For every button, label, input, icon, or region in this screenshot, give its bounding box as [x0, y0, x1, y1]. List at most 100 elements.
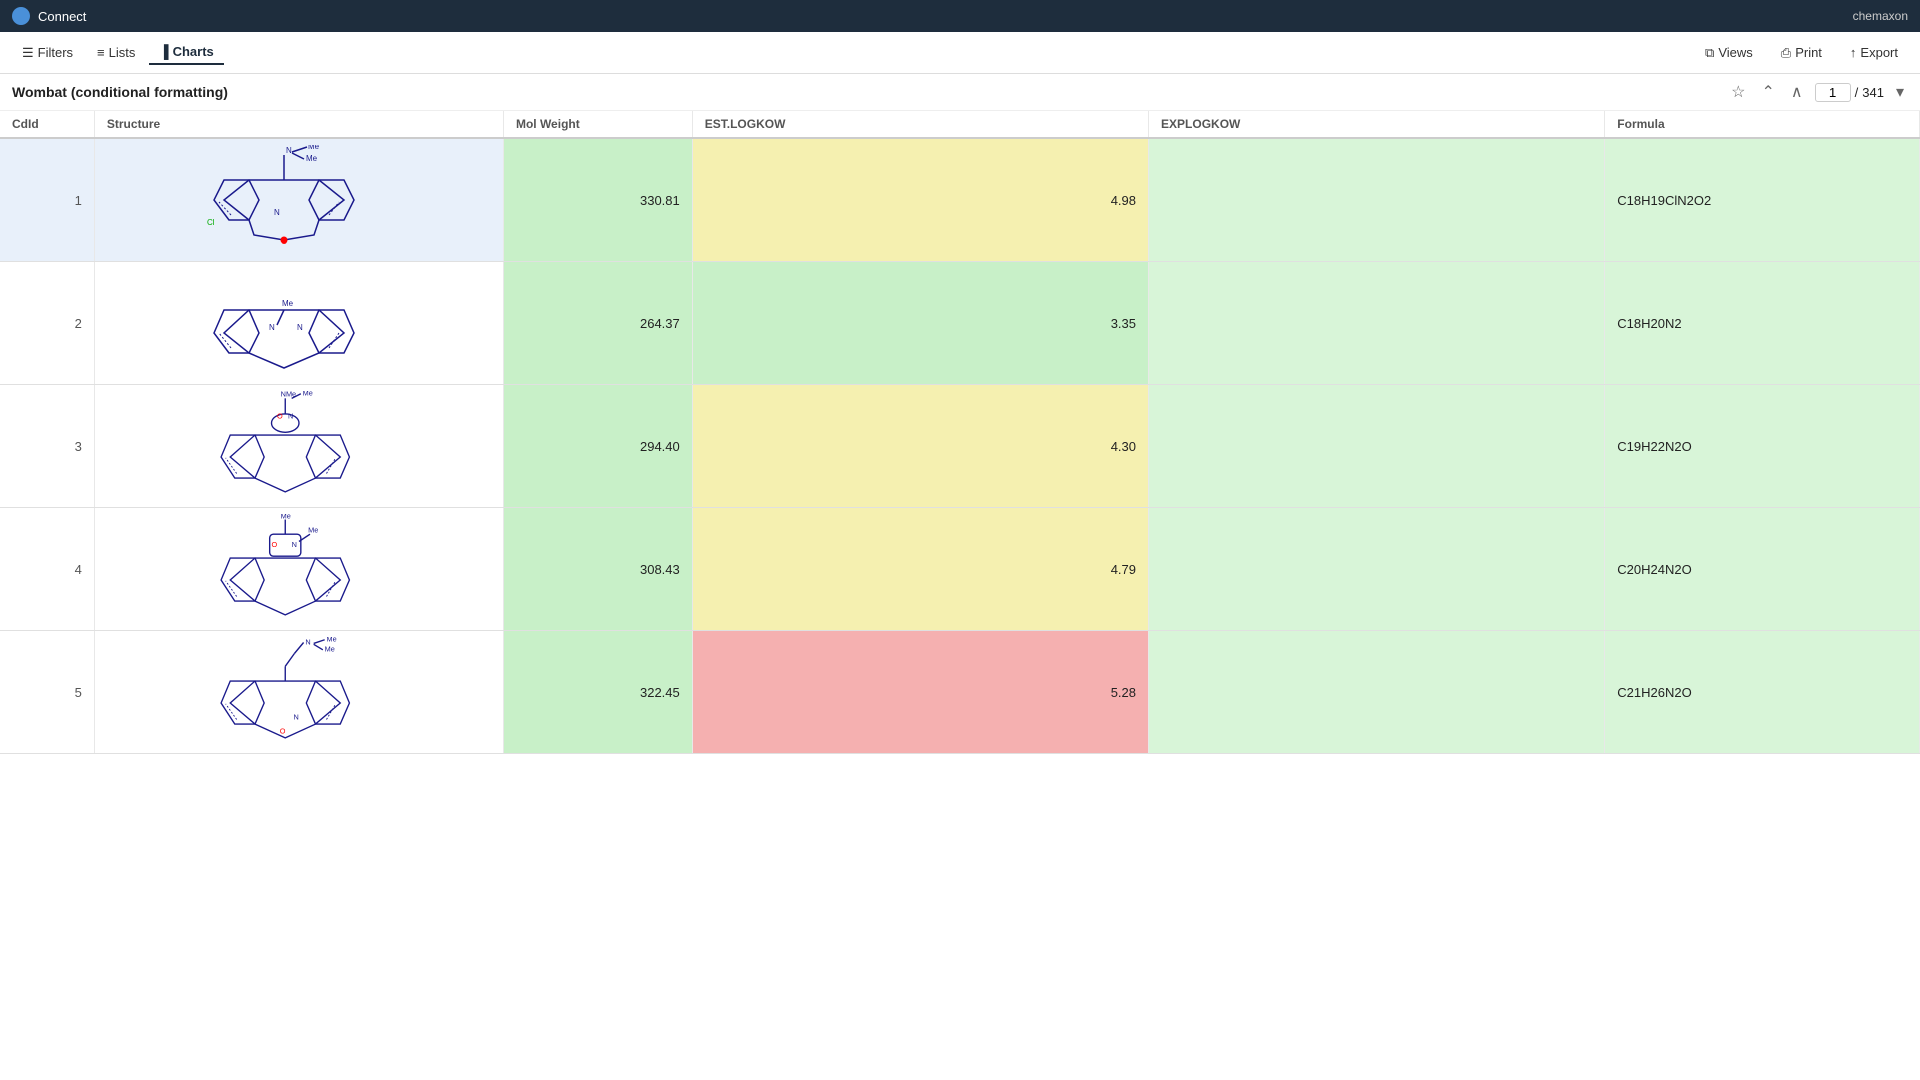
svg-text:N: N [292, 540, 297, 549]
table-row[interactable]: 5 O N [0, 631, 1920, 754]
cell-estlogkow: 3.35 [692, 262, 1148, 385]
cell-molweight: 330.81 [503, 138, 692, 262]
cell-structure: O N NMe Me [94, 385, 503, 508]
col-header-molweight[interactable]: Mol Weight [503, 111, 692, 138]
cell-molweight: 308.43 [503, 508, 692, 631]
cell-formula: C21H26N2O [1605, 631, 1920, 754]
chart-icon: ▐ [159, 44, 168, 59]
title-right-controls: ☆ ⌃ ∧ 1 / 341 ▾ [1727, 80, 1908, 104]
page-title-bar: Wombat (conditional formatting) ☆ ⌃ ∧ 1 … [0, 74, 1920, 111]
table-body: 1 O N [0, 138, 1920, 754]
molecule-structure-2: N N Me [199, 268, 399, 378]
hamburger-icon: ☰ [22, 45, 34, 61]
cell-estlogkow: 5.28 [692, 631, 1148, 754]
table-row[interactable]: 3 O N NMe [0, 385, 1920, 508]
collapse-button[interactable]: ⌃ [1758, 80, 1779, 104]
total-pages: 341 [1862, 85, 1884, 100]
cell-molweight: 322.45 [503, 631, 692, 754]
table-row[interactable]: 2 N N Me [0, 262, 1920, 385]
cell-structure: O N N Me Me Cl [94, 138, 503, 262]
cell-cdid: 5 [0, 631, 94, 754]
user-label: chemaxon [1853, 9, 1908, 23]
cell-explogkow [1149, 262, 1605, 385]
print-icon: ⎙ [1781, 45, 1791, 61]
pagination-control: 1 / 341 [1815, 83, 1884, 102]
print-button[interactable]: ⎙ Print [1771, 41, 1832, 65]
cell-cdid: 1 [0, 138, 94, 262]
svg-text:O: O [280, 726, 286, 735]
svg-text:Me: Me [308, 145, 320, 151]
svg-text:Me: Me [325, 645, 335, 654]
col-header-cdid[interactable]: CdId [0, 111, 94, 138]
lists-button[interactable]: ≡ Lists [87, 41, 145, 64]
toolbar-right-actions: ⧉ Views ⎙ Print ↑ Export [1695, 41, 1908, 65]
top-bar: Connect chemaxon [0, 0, 1920, 32]
col-header-estlogkow[interactable]: EST.LOGKOW [692, 111, 1148, 138]
molecule-structure-1: O N N Me Me Cl [199, 145, 399, 255]
molecule-structure-5: O N N Me Me [199, 637, 399, 747]
svg-text:Me: Me [326, 637, 336, 644]
svg-text:Cl: Cl [207, 218, 215, 227]
page-number-input[interactable]: 1 [1815, 83, 1851, 102]
cell-molweight: 264.37 [503, 262, 692, 385]
cell-explogkow [1149, 508, 1605, 631]
app-icon [12, 7, 30, 25]
table-row[interactable]: 1 O N [0, 138, 1920, 262]
svg-text:Me: Me [282, 299, 294, 308]
molecule-structure-3: O N NMe Me [199, 391, 399, 501]
cell-cdid: 3 [0, 385, 94, 508]
cell-estlogkow: 4.30 [692, 385, 1148, 508]
list-icon: ≡ [97, 45, 105, 60]
svg-text:N: N [297, 323, 303, 332]
filters-button[interactable]: ☰ Filters [12, 41, 83, 65]
svg-text:O: O [277, 412, 283, 421]
svg-text:Me: Me [308, 525, 318, 534]
data-table: CdId Structure Mol Weight EST.LOGKOW EXP… [0, 111, 1920, 754]
svg-text:N: N [286, 146, 292, 155]
svg-text:N: N [293, 713, 298, 722]
svg-text:N: N [288, 412, 293, 421]
up-arrow-button[interactable]: ∧ [1787, 80, 1807, 104]
expand-button[interactable]: ▾ [1892, 80, 1908, 104]
app-title-area: Connect [12, 7, 86, 25]
svg-text:O: O [271, 540, 277, 549]
table-row[interactable]: 4 O N Me [0, 508, 1920, 631]
views-icon: ⧉ [1705, 45, 1714, 61]
cell-molweight: 294.40 [503, 385, 692, 508]
svg-text:Me: Me [281, 514, 291, 521]
app-name: Connect [38, 9, 86, 24]
cell-formula: C20H24N2O [1605, 508, 1920, 631]
cell-formula: C19H22N2O [1605, 385, 1920, 508]
cell-formula: C18H20N2 [1605, 262, 1920, 385]
cell-cdid: 4 [0, 508, 94, 631]
cell-estlogkow: 4.98 [692, 138, 1148, 262]
charts-button[interactable]: ▐ Charts [149, 40, 223, 65]
export-button[interactable]: ↑ Export [1840, 41, 1908, 64]
main-toolbar: ☰ Filters ≡ Lists ▐ Charts ⧉ Views ⎙ Pri… [0, 32, 1920, 74]
svg-text:Me: Me [306, 154, 318, 163]
cell-cdid: 2 [0, 262, 94, 385]
views-button[interactable]: ⧉ Views [1695, 41, 1763, 65]
svg-text:O: O [281, 237, 287, 246]
cell-formula: C18H19ClN2O2 [1605, 138, 1920, 262]
page-title: Wombat (conditional formatting) [12, 84, 228, 100]
svg-text:N: N [269, 323, 275, 332]
cell-estlogkow: 4.79 [692, 508, 1148, 631]
cell-structure: O N N Me Me [94, 631, 503, 754]
cell-structure: O N Me Me [94, 508, 503, 631]
cell-explogkow [1149, 631, 1605, 754]
table-container: CdId Structure Mol Weight EST.LOGKOW EXP… [0, 111, 1920, 1075]
col-header-structure[interactable]: Structure [94, 111, 503, 138]
export-icon: ↑ [1850, 45, 1857, 60]
col-header-formula[interactable]: Formula [1605, 111, 1920, 138]
molecule-structure-4: O N Me Me [199, 514, 399, 624]
table-header-row: CdId Structure Mol Weight EST.LOGKOW EXP… [0, 111, 1920, 138]
cell-explogkow [1149, 385, 1605, 508]
star-button[interactable]: ☆ [1727, 80, 1749, 104]
col-header-explogkow[interactable]: EXPLOGKOW [1149, 111, 1605, 138]
cell-structure: N N Me [94, 262, 503, 385]
svg-text:N: N [274, 208, 280, 217]
cell-explogkow [1149, 138, 1605, 262]
svg-text:Me: Me [303, 391, 313, 398]
svg-text:N: N [305, 637, 310, 646]
